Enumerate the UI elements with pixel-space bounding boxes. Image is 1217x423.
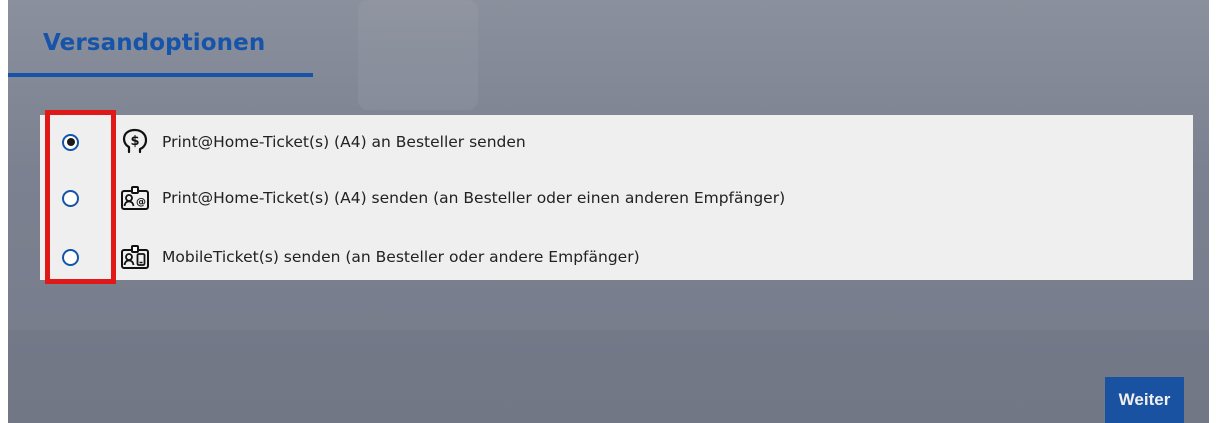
- radio-button[interactable]: [62, 248, 79, 266]
- svg-text:$: $: [130, 134, 139, 149]
- radio-button[interactable]: [62, 189, 79, 207]
- contact-mobile-icon: [120, 242, 150, 272]
- option-label[interactable]: Print@Home-Ticket(s) (A4) an Besteller s…: [162, 133, 526, 151]
- option-mobile-ticket[interactable]: MobileTicket(s) senden (an Besteller ode…: [40, 232, 1193, 282]
- option-label[interactable]: MobileTicket(s) senden (an Besteller ode…: [162, 248, 640, 266]
- radio-mobile-ticket[interactable]: [40, 232, 115, 282]
- contact-email-icon: @: [120, 183, 150, 213]
- option-label[interactable]: Print@Home-Ticket(s) (A4) senden (an Bes…: [162, 189, 785, 207]
- title-underline: [8, 73, 313, 77]
- shipping-options-list: $ Print@Home-Ticket(s) (A4) an Besteller…: [40, 115, 1193, 280]
- option-print-home-any-recipient[interactable]: @ Print@Home-Ticket(s) (A4) senden (an B…: [40, 173, 1193, 223]
- radio-button-selected[interactable]: [62, 133, 79, 151]
- page-title: Versandoptionen: [43, 30, 266, 56]
- next-button[interactable]: Weiter: [1105, 377, 1184, 423]
- person-dollar-icon: $: [120, 127, 150, 157]
- option-print-home-orderer[interactable]: $ Print@Home-Ticket(s) (A4) an Besteller…: [40, 117, 1193, 167]
- radio-dot: [66, 138, 75, 146]
- shipping-options-page: Versandoptionen $ Print@Home-Ticket(s) (…: [8, 0, 1209, 423]
- svg-text:@: @: [136, 197, 146, 208]
- radio-print-home-any-recipient[interactable]: [40, 173, 115, 223]
- radio-print-home-orderer[interactable]: [40, 117, 115, 167]
